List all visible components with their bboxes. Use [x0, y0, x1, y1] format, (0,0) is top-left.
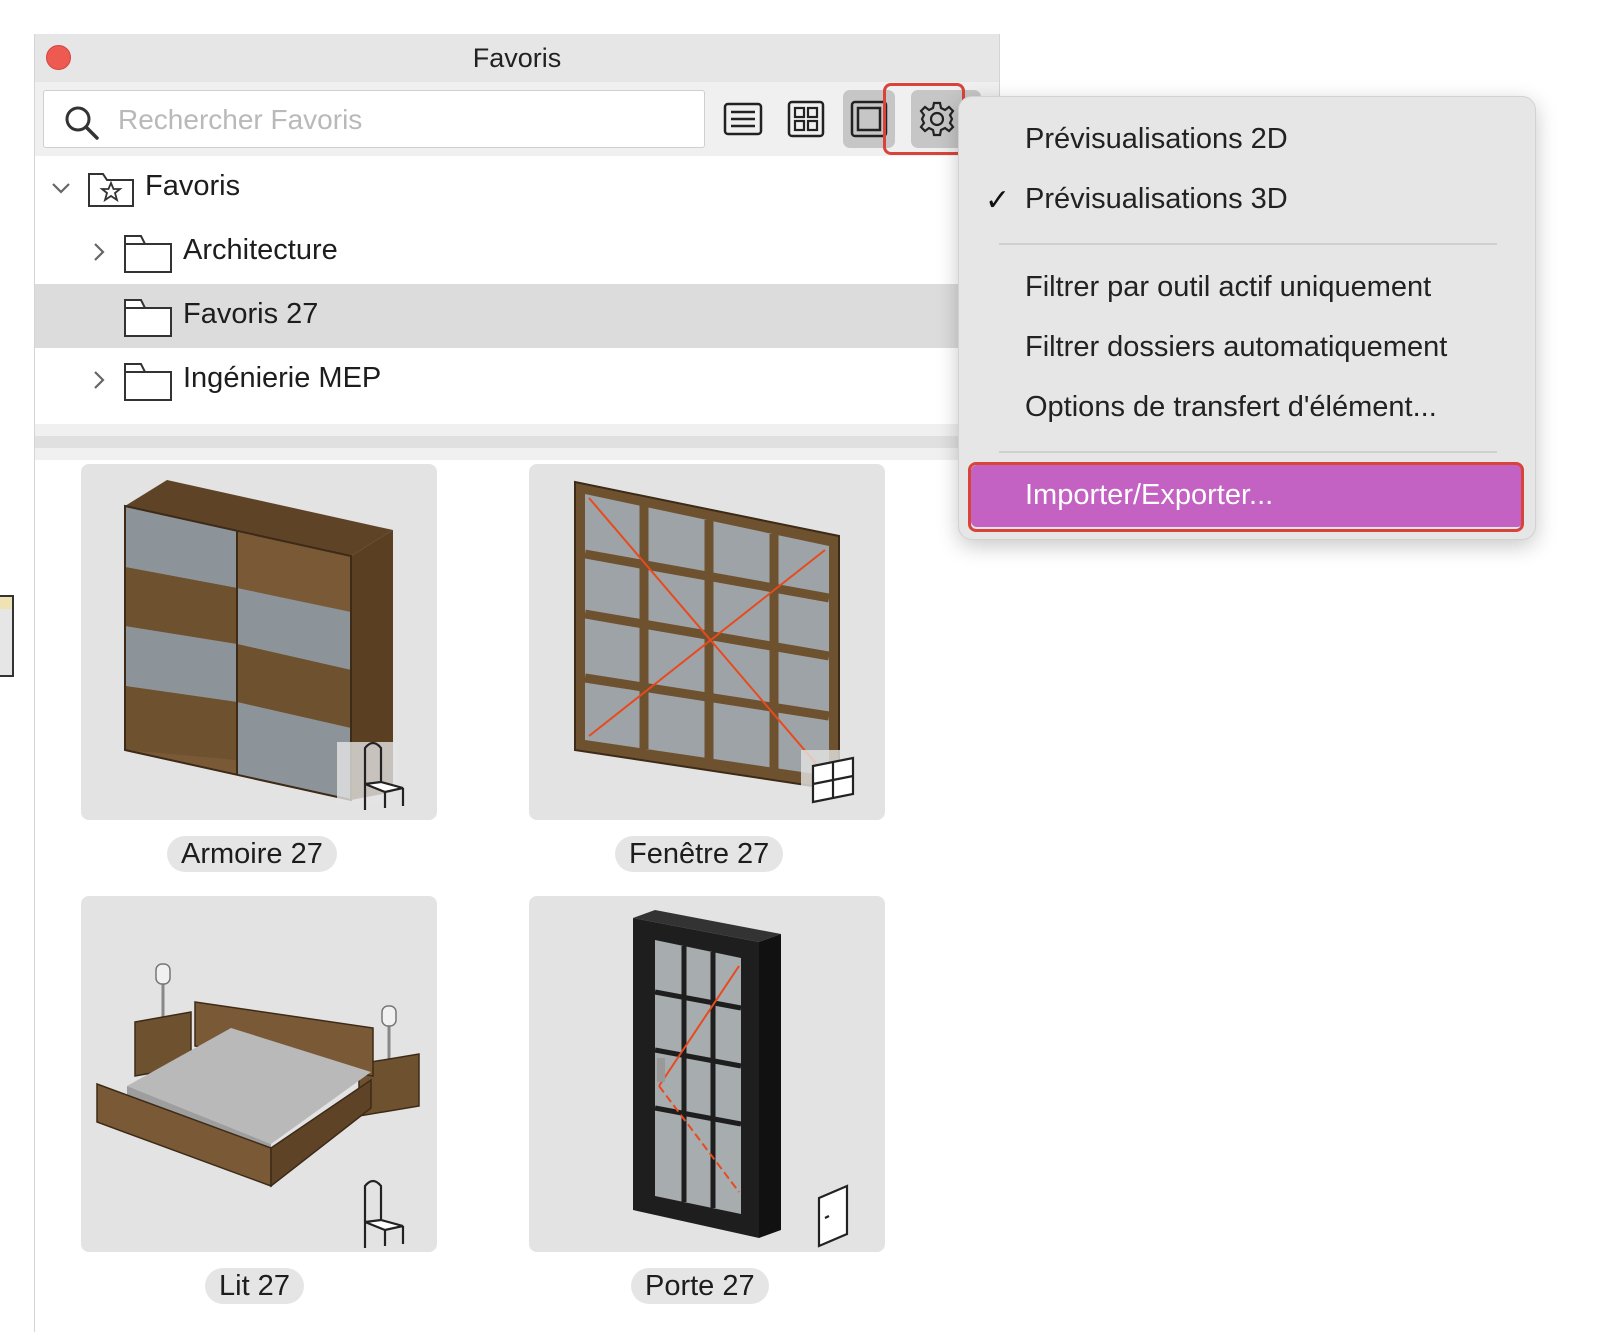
chevron-right-icon[interactable] [87, 368, 111, 392]
chevron-down-icon[interactable] [49, 176, 73, 200]
door-icon [817, 1184, 849, 1248]
background-window-tab [0, 595, 14, 609]
favorite-label: Porte 27 [631, 1268, 769, 1304]
favorites-panel: Favoris Rechercher Favoris Favoris Archi… [34, 34, 1001, 1332]
search-icon [65, 106, 99, 140]
tree-row-architecture[interactable]: Architecture [35, 220, 965, 284]
menu-separator [999, 451, 1497, 453]
folder-icon [124, 299, 172, 337]
search-field[interactable] [43, 90, 705, 148]
grid-view-button[interactable] [780, 90, 832, 148]
menu-item-3d-previews[interactable]: Prévisualisations 3D [1025, 183, 1288, 216]
tree-row-favoris-27[interactable]: Favoris 27 [35, 284, 965, 348]
menu-item-2d-previews[interactable]: Prévisualisations 2D [1025, 123, 1288, 156]
grid-view-icon [787, 100, 825, 138]
import-export-annotation-highlight [968, 462, 1524, 532]
title-bar: Favoris [35, 34, 999, 82]
tree-row-ingenierie-mep[interactable]: Ingénierie MEP [35, 348, 965, 412]
list-view-button[interactable] [717, 90, 769, 148]
menu-item-filter-active-tool[interactable]: Filtrer par outil actif uniquement [1025, 271, 1431, 304]
favorites-grid: Armoire 27 Fenêtre 27 Lit 27 Porte 27 [35, 460, 1001, 1332]
settings-annotation-highlight [883, 83, 965, 155]
tree-label: Favoris 27 [183, 298, 319, 330]
chevron-right-icon[interactable] [87, 240, 111, 264]
favorite-label: Fenêtre 27 [615, 836, 784, 872]
chair-icon [337, 741, 405, 810]
menu-item-filter-folders[interactable]: Filtrer dossiers automatiquement [1025, 331, 1447, 364]
chair-icon [363, 1179, 405, 1248]
favorite-thumbnail-fenetre[interactable] [529, 464, 885, 820]
folder-tree: Favoris Architecture Favoris 27 Ingénier… [35, 156, 965, 424]
splitter-bar[interactable] [35, 436, 1001, 448]
favorite-label: Armoire 27 [167, 836, 337, 872]
favorite-thumbnail-lit[interactable] [81, 896, 437, 1252]
window-title: Favoris [472, 43, 562, 73]
checkmark-icon: ✓ [985, 184, 1011, 217]
tree-label: Favoris [145, 170, 241, 202]
tree-row-favoris[interactable]: Favoris [35, 156, 965, 220]
menu-item-transfer-options[interactable]: Options de transfert d'élément... [1025, 391, 1437, 424]
favorite-thumbnail-porte[interactable] [529, 896, 885, 1252]
favorite-label: Lit 27 [205, 1268, 304, 1304]
favorites-folder-icon [88, 173, 134, 207]
tree-label: Architecture [183, 234, 338, 266]
list-view-icon [723, 102, 763, 136]
menu-separator [999, 243, 1497, 245]
search-input[interactable] [116, 97, 690, 143]
tree-label: Ingénierie MEP [183, 362, 382, 394]
favorite-thumbnail-armoire[interactable] [81, 464, 437, 820]
folder-icon [124, 363, 172, 401]
folder-icon [124, 235, 172, 273]
window-icon [801, 750, 855, 804]
